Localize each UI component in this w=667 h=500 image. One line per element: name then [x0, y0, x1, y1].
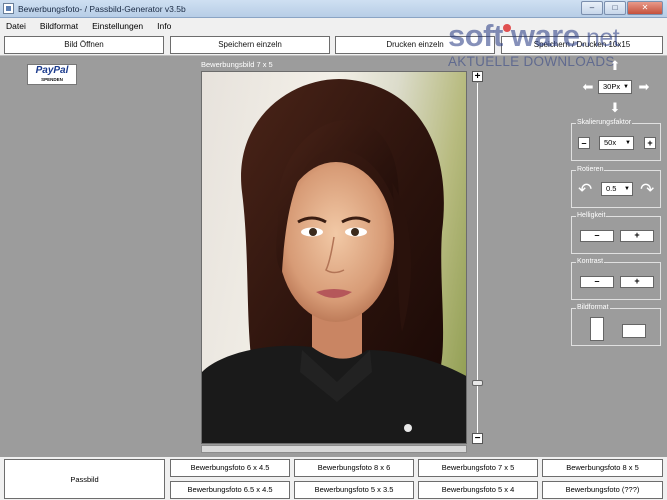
move-up-icon[interactable]: ⬆ — [608, 59, 622, 72]
scale-group: Skalierungsfaktor – 50x ▼ + — [571, 119, 661, 161]
contrast-minus-button[interactable]: – — [580, 276, 614, 288]
rotate-group: Rotieren ↶ 0.5 ▼ ↷ — [571, 166, 661, 208]
scale-plus-button[interactable]: + — [644, 137, 656, 149]
chevron-down-icon: ▼ — [625, 140, 631, 146]
minimize-button[interactable]: – — [581, 1, 603, 15]
brightness-group: Helligkeit – + — [571, 212, 661, 254]
rotate-label: Rotieren — [576, 166, 605, 173]
move-left-icon[interactable]: ⬅ — [580, 80, 596, 93]
move-right-icon[interactable]: ➡ — [636, 80, 652, 93]
paypal-logo: PayPal — [35, 65, 69, 76]
menu-datei[interactable]: Datei — [6, 21, 26, 31]
scale-select[interactable]: 50x ▼ — [599, 136, 634, 150]
move-step-select[interactable]: 30Px ▼ — [598, 80, 632, 94]
rotate-right-icon[interactable]: ↷ — [640, 181, 654, 198]
format-5x4-button[interactable]: Bewerbungsfoto 5 x 4 — [418, 481, 538, 499]
window-title: Bewerbungsfoto- / Passbild-Generator v3.… — [18, 4, 186, 14]
format-group: Bildformat — [571, 304, 661, 346]
format-6x4.5-button[interactable]: Bewerbungsfoto 6 x 4.5 — [170, 459, 290, 477]
window-controls: – □ ✕ — [581, 1, 663, 15]
chevron-down-icon: ▼ — [623, 84, 629, 90]
brightness-minus-button[interactable]: – — [580, 230, 614, 242]
paypal-donate-button[interactable]: PayPal SPENDEN — [27, 64, 77, 85]
photo-preview[interactable] — [201, 71, 467, 444]
scale-label: Skalierungsfaktor — [576, 119, 633, 126]
maximize-button[interactable]: □ — [604, 1, 626, 15]
save-print-button[interactable]: Speichern / Drucken 10x15 — [501, 36, 663, 54]
horizontal-scrollbar[interactable] — [201, 445, 467, 453]
format-7x5-button[interactable]: Bewerbungsfoto 7 x 5 — [418, 459, 538, 477]
format-label: Bildformat — [576, 304, 610, 311]
move-down-icon[interactable]: ⬇ — [608, 101, 622, 114]
zoom-slider[interactable]: + − — [472, 71, 483, 444]
slider-thumb[interactable] — [472, 380, 483, 386]
image-title: Bewerbungsbild 7 x 5 — [201, 60, 273, 69]
zoom-out-button[interactable]: − — [472, 433, 483, 444]
contrast-group: Kontrast – + — [571, 258, 661, 300]
portrait-format-button[interactable] — [590, 317, 604, 341]
contrast-plus-button[interactable]: + — [620, 276, 654, 288]
format-buttons-bar: Passbild Bewerbungsfoto 6 x 4.5 Bewerbun… — [0, 457, 667, 500]
menu-bar: Datei Bildformat Einstellungen Info — [0, 18, 667, 34]
toolbar: Bild Öffnen Speichern einzeln Drucken ei… — [0, 34, 667, 56]
title-bar: Bewerbungsfoto- / Passbild-Generator v3.… — [0, 0, 667, 18]
chevron-down-icon: ▼ — [624, 186, 630, 192]
print-single-button[interactable]: Drucken einzeln — [335, 36, 495, 54]
zoom-in-button[interactable]: + — [472, 71, 483, 82]
save-single-button[interactable]: Speichern einzeln — [170, 36, 330, 54]
format-6.5x4.5-button[interactable]: Bewerbungsfoto 6.5 x 4.5 — [170, 481, 290, 499]
menu-info[interactable]: Info — [157, 21, 171, 31]
format-custom-button[interactable]: Bewerbungsfoto (???) — [542, 481, 663, 499]
close-button[interactable]: ✕ — [627, 1, 663, 15]
rotate-select[interactable]: 0.5 ▼ — [601, 182, 633, 196]
format-8x5-button[interactable]: Bewerbungsfoto 8 x 5 — [542, 459, 663, 477]
rotate-left-icon[interactable]: ↶ — [578, 181, 592, 198]
scale-minus-button[interactable]: – — [578, 137, 590, 149]
open-image-button[interactable]: Bild Öffnen — [4, 36, 164, 54]
format-8x6-button[interactable]: Bewerbungsfoto 8 x 6 — [294, 459, 414, 477]
portrait-image — [202, 78, 466, 443]
brightness-plus-button[interactable]: + — [620, 230, 654, 242]
app-icon — [3, 3, 14, 14]
watermark-tagline: AKTUELLE DOWNLOADS — [448, 54, 615, 69]
menu-einstellungen[interactable]: Einstellungen — [92, 21, 143, 31]
paypal-caption: SPENDEN — [41, 77, 63, 82]
format-5x3.5-button[interactable]: Bewerbungsfoto 5 x 3.5 — [294, 481, 414, 499]
menu-bildformat[interactable]: Bildformat — [40, 21, 78, 31]
landscape-format-button[interactable] — [622, 324, 646, 338]
brightness-label: Helligkeit — [576, 212, 607, 219]
passbild-button[interactable]: Passbild — [4, 459, 165, 499]
contrast-label: Kontrast — [576, 258, 605, 265]
